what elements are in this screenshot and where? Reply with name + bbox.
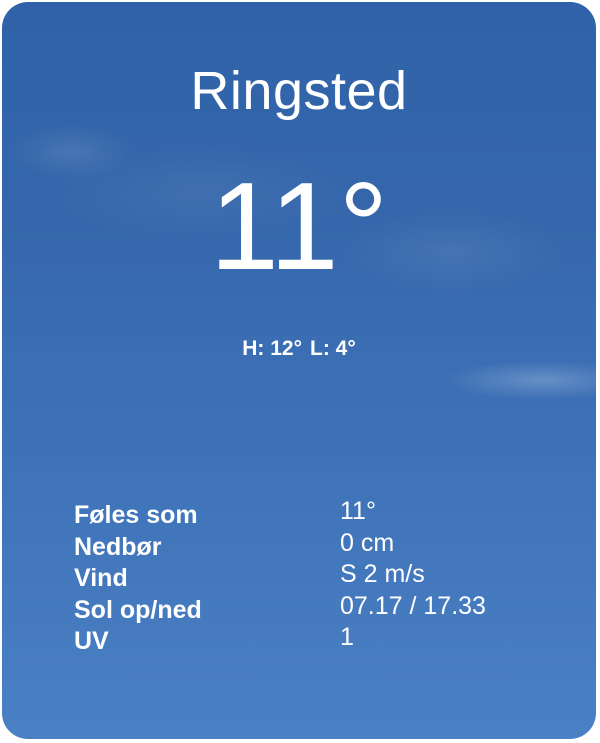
city-name: Ringsted [190,61,408,121]
detail-value: S 2 m/s [340,560,425,588]
detail-label: Sol op/ned [74,595,202,624]
high-low-temperature: H: 12° L: 4° [2,336,596,362]
detail-label: Nedbør [74,532,162,561]
current-temperature: 11° [209,158,389,296]
detail-row-feels-like: Føles som 11° [74,497,554,530]
detail-row-uv: UV 1 [74,623,554,656]
weather-widget[interactable]: Ringsted 11° H: 12° L: 4° Føles som 11° N… [2,2,596,739]
detail-label: UV [74,627,109,655]
detail-row-sunrise-sunset: Sol op/ned 07.17 / 17.33 [74,592,554,625]
high-temperature: H: 12° [242,337,302,360]
detail-value: 11° [340,497,376,525]
low-temperature: L: 4° [310,337,356,360]
detail-row-precipitation: Nedbør 0 cm [74,529,554,562]
detail-value: 1 [340,623,354,651]
weather-details: Føles som 11° Nedbør 0 cm Vind S 2 m/s S… [74,497,554,656]
detail-label: Vind [74,564,128,592]
detail-value: 07.17 / 17.33 [340,591,486,620]
detail-label: Føles som [74,501,198,529]
detail-value: 0 cm [340,528,395,557]
